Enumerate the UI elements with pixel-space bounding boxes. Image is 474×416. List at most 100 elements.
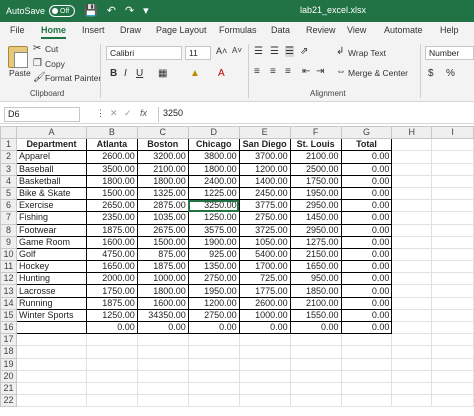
row-header[interactable]: 20 [0,369,17,383]
cell[interactable] [391,296,433,310]
cell[interactable]: 2950.00 [289,199,342,213]
cell[interactable] [431,369,474,383]
cell[interactable] [136,357,189,371]
column-header[interactable]: E [238,125,291,140]
cell[interactable] [431,235,474,249]
cell[interactable]: 0.00 [340,308,393,323]
tab-insert[interactable]: Insert [82,25,105,35]
cell[interactable] [15,394,87,408]
cell[interactable] [391,345,433,359]
cell[interactable]: 0.00 [340,272,393,286]
column-header[interactable]: D [187,125,240,140]
cell[interactable] [391,369,433,383]
cell[interactable]: Exercise [15,199,87,213]
cell[interactable] [431,260,474,274]
cell[interactable] [391,381,433,396]
cell[interactable]: 1700.00 [238,260,291,274]
cell[interactable]: 2875.00 [136,199,189,213]
cell[interactable] [85,345,138,359]
cell[interactable]: Bike & Skate [15,186,87,201]
align-center-icon[interactable]: ≡ [270,66,276,77]
column-header[interactable]: G [340,125,393,140]
cell[interactable]: 1450.00 [289,211,342,225]
align-top-icon[interactable]: ☰ [254,46,263,57]
row-header[interactable]: 5 [0,186,17,201]
cell[interactable] [85,357,138,371]
orientation-icon[interactable]: ⇗ [300,46,308,57]
cell[interactable]: 1800.00 [187,162,240,176]
cell[interactable] [340,369,393,383]
paste-button[interactable]: Paste [9,68,31,78]
cell[interactable] [15,357,87,371]
cell[interactable] [431,333,474,347]
cut-button[interactable]: Cut [45,44,58,54]
cell[interactable]: 5400.00 [238,247,291,262]
cell[interactable]: 2600.00 [85,150,138,164]
cell[interactable] [15,333,87,347]
cell[interactable]: 2000.00 [85,272,138,286]
cell[interactable]: 1550.00 [289,308,342,323]
cell[interactable]: 1875.00 [136,260,189,274]
cell[interactable]: 1800.00 [136,284,189,298]
cell[interactable]: 1000.00 [136,272,189,286]
number-format-box[interactable]: Number [425,46,474,60]
cell[interactable]: 1850.00 [289,284,342,298]
cell[interactable]: 0.00 [340,199,393,213]
cell[interactable]: 3575.00 [187,223,240,237]
cell[interactable] [238,333,291,347]
cell[interactable] [187,357,240,371]
cell[interactable]: 0.00 [289,320,342,335]
row-header[interactable]: 1 [0,138,17,152]
cell[interactable]: 1650.00 [289,260,342,274]
cell[interactable]: 1950.00 [289,186,342,201]
row-header[interactable]: 8 [0,223,17,237]
cell[interactable] [431,357,474,371]
row-header[interactable]: 6 [0,199,17,213]
column-header[interactable]: I [431,125,474,140]
cell[interactable]: 1500.00 [136,235,189,249]
cell[interactable]: 725.00 [238,272,291,286]
cell[interactable]: 1200.00 [187,296,240,310]
row-header[interactable]: 19 [0,357,17,371]
cell[interactable]: 2350.00 [85,211,138,225]
cell[interactable]: Footwear [15,223,87,237]
cell[interactable] [391,174,433,188]
cell[interactable] [431,272,474,286]
cell[interactable]: 3500.00 [85,162,138,176]
row-header[interactable]: 11 [0,260,17,274]
cell[interactable] [391,150,433,164]
cell[interactable] [187,369,240,383]
cell[interactable] [85,369,138,383]
cell[interactable]: 1050.00 [238,235,291,249]
cell[interactable]: 2750.00 [187,272,240,286]
tab-automate[interactable]: Automate [384,25,423,35]
cell[interactable] [85,394,138,408]
bold-icon[interactable]: B [110,68,117,79]
cell[interactable] [431,162,474,176]
cell[interactable]: Running [15,296,87,310]
cell[interactable]: Winter Sports [15,308,87,323]
cell[interactable]: 0.00 [340,320,393,335]
cell[interactable] [431,199,474,213]
row-header[interactable]: 2 [0,150,17,164]
cell[interactable] [289,394,342,408]
cell[interactable] [391,272,433,286]
merge-center-button[interactable]: Merge & Center [348,68,408,78]
cell[interactable] [391,162,433,176]
cell[interactable] [289,357,342,371]
cell[interactable] [391,186,433,201]
cell[interactable]: 1875.00 [85,296,138,310]
cell[interactable]: 1200.00 [238,162,291,176]
cell[interactable]: Chicago [187,138,240,152]
row-header[interactable]: 22 [0,394,17,408]
cell[interactable]: 1950.00 [187,284,240,298]
row-header[interactable]: 16 [0,320,17,335]
cell[interactable] [391,260,433,274]
cell[interactable]: 1750.00 [85,284,138,298]
cell[interactable]: 1250.00 [187,211,240,225]
cell[interactable] [136,381,189,396]
name-box[interactable]: D6 [4,107,80,122]
row-header[interactable]: 15 [0,308,17,323]
cell[interactable]: 1035.00 [136,211,189,225]
cell[interactable]: Fishing [15,211,87,225]
